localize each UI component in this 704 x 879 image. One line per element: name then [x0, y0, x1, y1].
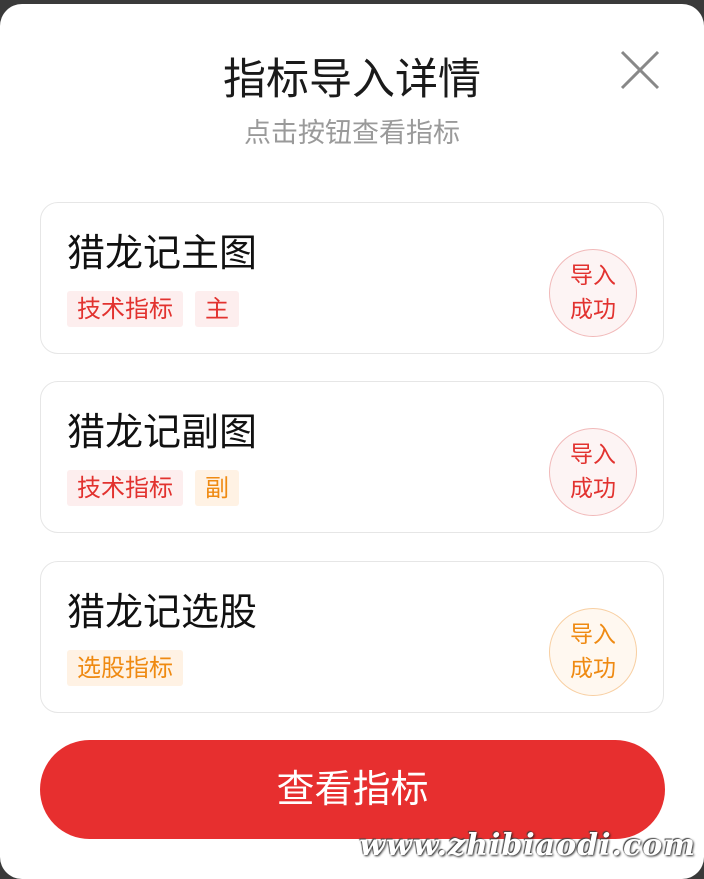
tag-main: 主	[195, 291, 239, 327]
dialog-subtitle: 点击按钮查看指标	[244, 118, 460, 149]
indicator-card-sub: 猎龙记副图 技术指标 副 导入 成功	[40, 381, 664, 533]
import-success-stamp: 导入 成功	[549, 428, 637, 516]
dialog-title: 指标导入详情	[223, 55, 481, 105]
close-icon	[620, 50, 660, 90]
tag-list: 技术指标 副	[67, 470, 239, 506]
tag-stock-picking: 选股指标	[67, 650, 183, 686]
tag-technical: 技术指标	[67, 291, 183, 327]
close-button[interactable]	[618, 48, 662, 92]
tag-sub: 副	[195, 470, 239, 506]
import-success-stamp: 导入 成功	[549, 249, 637, 337]
import-success-stamp: 导入 成功	[549, 608, 637, 696]
tag-list: 选股指标	[67, 650, 183, 686]
indicator-name: 猎龙记主图	[67, 231, 258, 275]
indicator-name: 猎龙记副图	[67, 410, 258, 454]
stamp-line-1: 导入	[570, 263, 616, 289]
stamp-line-2: 成功	[570, 656, 616, 682]
view-indicators-button[interactable]: 查看指标	[40, 740, 665, 839]
tag-list: 技术指标 主	[67, 291, 239, 327]
site-watermark: www.zhibiaodi.com	[359, 828, 696, 863]
indicator-card-stock-picker: 猎龙记选股 选股指标 导入 成功	[40, 561, 664, 713]
stamp-line-1: 导入	[570, 622, 616, 648]
indicator-name: 猎龙记选股	[67, 590, 258, 634]
stamp-line-2: 成功	[570, 476, 616, 502]
stamp-line-1: 导入	[570, 442, 616, 468]
tag-technical: 技术指标	[67, 470, 183, 506]
indicator-card-main: 猎龙记主图 技术指标 主 导入 成功	[40, 202, 664, 354]
indicator-import-dialog: 指标导入详情 点击按钮查看指标 猎龙记主图 技术指标 主 导入 成功 猎龙记副图…	[0, 4, 704, 879]
stamp-line-2: 成功	[570, 297, 616, 323]
